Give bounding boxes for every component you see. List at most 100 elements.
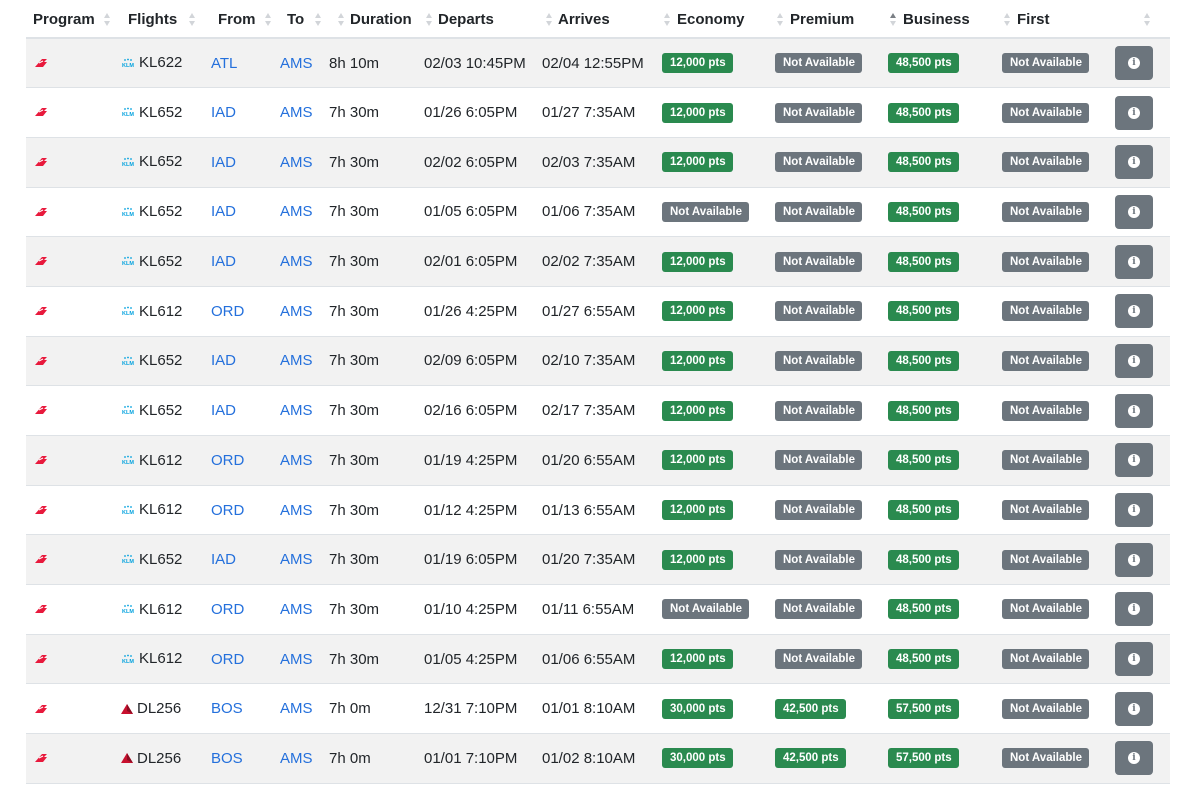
from-airport-link[interactable]: ORD <box>211 502 244 519</box>
info-button[interactable]: i <box>1115 741 1153 776</box>
from-airport-link[interactable]: IAD <box>211 402 236 419</box>
sort-icon[interactable] <box>664 13 671 27</box>
column-header-details[interactable] <box>1115 0 1170 39</box>
sort-icon[interactable] <box>189 13 196 27</box>
economy-points-badge[interactable]: 12,000 pts <box>662 301 733 322</box>
business-points-badge[interactable]: 57,500 pts <box>888 698 959 719</box>
business-points-badge[interactable]: 48,500 pts <box>888 649 959 670</box>
to-airport-link[interactable]: AMS <box>280 700 313 717</box>
premium-points-badge[interactable]: 42,500 pts <box>775 698 846 719</box>
table-row[interactable]: KLM KL652 IAD AMS 7h 30m 01/19 6:05PM 01/20 7:… <box>26 534 1170 585</box>
table-row[interactable]: KLM KL612 ORD AMS 7h 30m 01/26 4:25PM 01/27 6:… <box>26 286 1170 337</box>
table-row[interactable]: KLM KL652 IAD AMS 7h 30m 02/09 6:05PM 02/10 7:… <box>26 336 1170 386</box>
to-airport-link[interactable]: AMS <box>280 154 313 171</box>
info-button[interactable]: i <box>1115 493 1153 528</box>
table-row[interactable]: KLM KL622 ATL AMS 8h 10m 02/03 10:45PM 02/04 1… <box>26 38 1170 88</box>
info-button[interactable]: i <box>1115 194 1153 229</box>
to-airport-link[interactable]: AMS <box>280 203 313 220</box>
business-points-badge[interactable]: 48,500 pts <box>888 500 959 521</box>
economy-points-badge[interactable]: 12,000 pts <box>662 500 733 521</box>
sort-icon[interactable] <box>890 13 897 27</box>
economy-points-badge[interactable]: 12,000 pts <box>662 251 733 272</box>
table-row[interactable]: KLM KL612 ORD AMS 7h 30m 01/05 4:25PM 01/06 6:… <box>26 634 1170 684</box>
economy-points-badge[interactable]: 12,000 pts <box>662 549 733 570</box>
to-airport-link[interactable]: AMS <box>280 551 313 568</box>
from-airport-link[interactable]: IAD <box>211 104 236 121</box>
sort-icon[interactable] <box>546 13 553 27</box>
business-points-badge[interactable]: 48,500 pts <box>888 301 959 322</box>
to-airport-link[interactable]: AMS <box>280 55 313 72</box>
column-header-flights[interactable]: Flights <box>121 0 211 39</box>
to-airport-link[interactable]: AMS <box>280 104 313 121</box>
from-airport-link[interactable]: IAD <box>211 352 236 369</box>
from-airport-link[interactable]: ORD <box>211 303 244 320</box>
economy-points-badge[interactable]: 30,000 pts <box>662 698 733 719</box>
info-button[interactable]: i <box>1115 294 1153 329</box>
column-header-premium[interactable]: Premium <box>775 0 888 39</box>
economy-points-badge[interactable]: 12,000 pts <box>662 152 733 173</box>
table-row[interactable]: DL256 BOS AMS 7h 0m 12/31 7:10PM 01/01 8:10AM… <box>26 684 1170 734</box>
economy-points-badge[interactable]: 12,000 pts <box>662 649 733 670</box>
sort-icon[interactable] <box>1004 13 1011 27</box>
economy-points-badge[interactable]: 12,000 pts <box>662 102 733 123</box>
from-airport-link[interactable]: BOS <box>211 700 243 717</box>
info-button[interactable]: i <box>1115 95 1153 130</box>
from-airport-link[interactable]: IAD <box>211 551 236 568</box>
to-airport-link[interactable]: AMS <box>280 601 313 618</box>
table-row[interactable]: KLM KL612 ORD AMS 7h 30m 01/12 4:25PM 01/13 6:… <box>26 485 1170 535</box>
sort-icon[interactable] <box>1144 13 1151 27</box>
from-airport-link[interactable]: ORD <box>211 651 244 668</box>
to-airport-link[interactable]: AMS <box>280 303 313 320</box>
to-airport-link[interactable]: AMS <box>280 253 313 270</box>
column-header-from[interactable]: From <box>211 0 280 39</box>
economy-points-badge[interactable]: 12,000 pts <box>662 350 733 371</box>
table-row[interactable]: KLM KL612 ORD AMS 7h 30m 01/19 4:25PM 01/20 6:… <box>26 435 1170 486</box>
sort-icon[interactable] <box>104 13 111 27</box>
column-header-economy[interactable]: Economy <box>662 0 775 39</box>
column-header-first[interactable]: First <box>1002 0 1115 39</box>
economy-points-badge[interactable]: 12,000 pts <box>662 450 733 471</box>
to-airport-link[interactable]: AMS <box>280 402 313 419</box>
column-header-duration[interactable]: Duration <box>329 0 424 39</box>
info-button[interactable]: i <box>1115 343 1153 378</box>
from-airport-link[interactable]: IAD <box>211 253 236 270</box>
to-airport-link[interactable]: AMS <box>280 352 313 369</box>
business-points-badge[interactable]: 48,500 pts <box>888 400 959 421</box>
business-points-badge[interactable]: 48,500 pts <box>888 599 959 620</box>
info-button[interactable]: i <box>1115 244 1153 279</box>
to-airport-link[interactable]: AMS <box>280 502 313 519</box>
info-button[interactable]: i <box>1115 592 1153 627</box>
to-airport-link[interactable]: AMS <box>280 651 313 668</box>
from-airport-link[interactable]: ORD <box>211 452 244 469</box>
business-points-badge[interactable]: 48,500 pts <box>888 251 959 272</box>
from-airport-link[interactable]: ATL <box>211 55 237 72</box>
column-header-business[interactable]: Business <box>888 0 1002 39</box>
info-button[interactable]: i <box>1115 393 1153 428</box>
table-row[interactable]: KLM KL652 IAD AMS 7h 30m 02/02 6:05PM 02/03 7:… <box>26 137 1170 188</box>
info-button[interactable]: i <box>1115 642 1153 677</box>
column-header-arrives[interactable]: Arrives <box>542 0 662 39</box>
business-points-badge[interactable]: 57,500 pts <box>888 748 959 769</box>
info-button[interactable]: i <box>1115 691 1153 726</box>
column-header-departs[interactable]: Departs <box>424 0 542 39</box>
sort-icon[interactable] <box>338 13 345 27</box>
sort-icon[interactable] <box>315 13 322 27</box>
sort-icon[interactable] <box>265 13 272 27</box>
economy-points-badge[interactable]: 12,000 pts <box>662 400 733 421</box>
info-button[interactable]: i <box>1115 542 1153 577</box>
table-row[interactable]: DL256 BOS AMS 7h 0m 01/01 7:10PM 01/02 8:10AM… <box>26 733 1170 784</box>
table-row[interactable]: KLM KL652 IAD AMS 7h 30m 02/01 6:05PM 02/02 7:… <box>26 236 1170 287</box>
economy-points-badge[interactable]: 12,000 pts <box>662 53 733 74</box>
from-airport-link[interactable]: BOS <box>211 750 243 767</box>
info-button[interactable]: i <box>1115 145 1153 180</box>
business-points-badge[interactable]: 48,500 pts <box>888 53 959 74</box>
economy-points-badge[interactable]: 30,000 pts <box>662 748 733 769</box>
premium-points-badge[interactable]: 42,500 pts <box>775 748 846 769</box>
business-points-badge[interactable]: 48,500 pts <box>888 549 959 570</box>
from-airport-link[interactable]: IAD <box>211 203 236 220</box>
to-airport-link[interactable]: AMS <box>280 750 313 767</box>
sort-icon[interactable] <box>777 13 784 27</box>
from-airport-link[interactable]: IAD <box>211 154 236 171</box>
business-points-badge[interactable]: 48,500 pts <box>888 152 959 173</box>
business-points-badge[interactable]: 48,500 pts <box>888 350 959 371</box>
